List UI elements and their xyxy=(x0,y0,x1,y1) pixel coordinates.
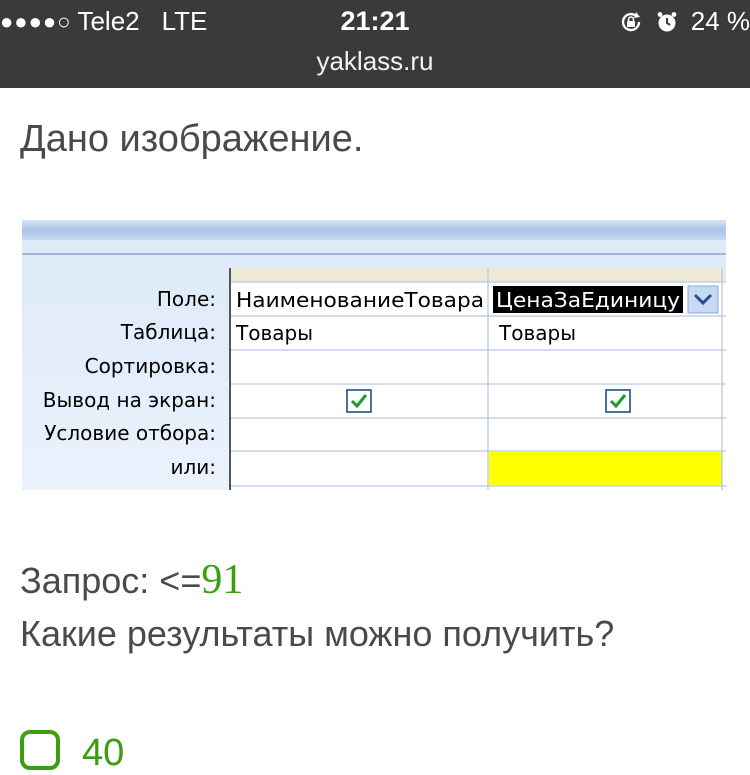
show-checkbox-2[interactable] xyxy=(605,389,631,413)
field-cell-2[interactable]: ЦенаЗаЕдиницу xyxy=(496,288,680,312)
rotation-lock-icon xyxy=(621,11,640,31)
table-cell-1[interactable]: Товары xyxy=(235,321,313,345)
row-label-show: Вывод на экран: xyxy=(43,388,216,412)
show-checkbox-1[interactable] xyxy=(346,389,372,413)
highlighted-criteria-cell xyxy=(489,452,722,485)
query-text: Запрос: <=91 xyxy=(20,556,243,604)
answer-option[interactable]: 40 xyxy=(20,730,124,775)
battery-percentage: 24 % xyxy=(690,6,750,36)
task-intro: Дано изображение. xyxy=(20,118,364,160)
query-label: Запрос: <= xyxy=(20,560,202,601)
alarm-icon xyxy=(657,11,677,31)
row-label-field: Поле: xyxy=(157,287,216,311)
query-value: 91 xyxy=(201,557,244,603)
column-selector-bar xyxy=(230,268,726,282)
query-design-screenshot: Поле: Таблица: Сортировка: Вывод на экра… xyxy=(22,220,726,490)
question-text: Какие результаты можно получить? xyxy=(20,613,615,654)
page-url[interactable]: yaklass.ru xyxy=(0,46,750,77)
answer-checkbox[interactable] xyxy=(20,730,60,770)
chevron-down-icon[interactable] xyxy=(687,285,719,314)
status-right: 24 % xyxy=(619,6,750,37)
table-cell-2[interactable]: Товары xyxy=(498,321,576,345)
field-cell-1[interactable]: НаименованиеТовара xyxy=(236,288,484,312)
row-label-sort: Сортировка: xyxy=(85,354,216,378)
row-label-criteria: Условие отбора: xyxy=(44,421,216,445)
row-label-or: или: xyxy=(170,455,216,479)
answer-label: 40 xyxy=(82,732,125,774)
row-label-table: Таблица: xyxy=(120,320,216,344)
grid-header-band xyxy=(22,220,726,240)
status-bar: ●●●●○ Tele2 LTE 21:21 24 % yaklass.ru xyxy=(0,0,750,88)
